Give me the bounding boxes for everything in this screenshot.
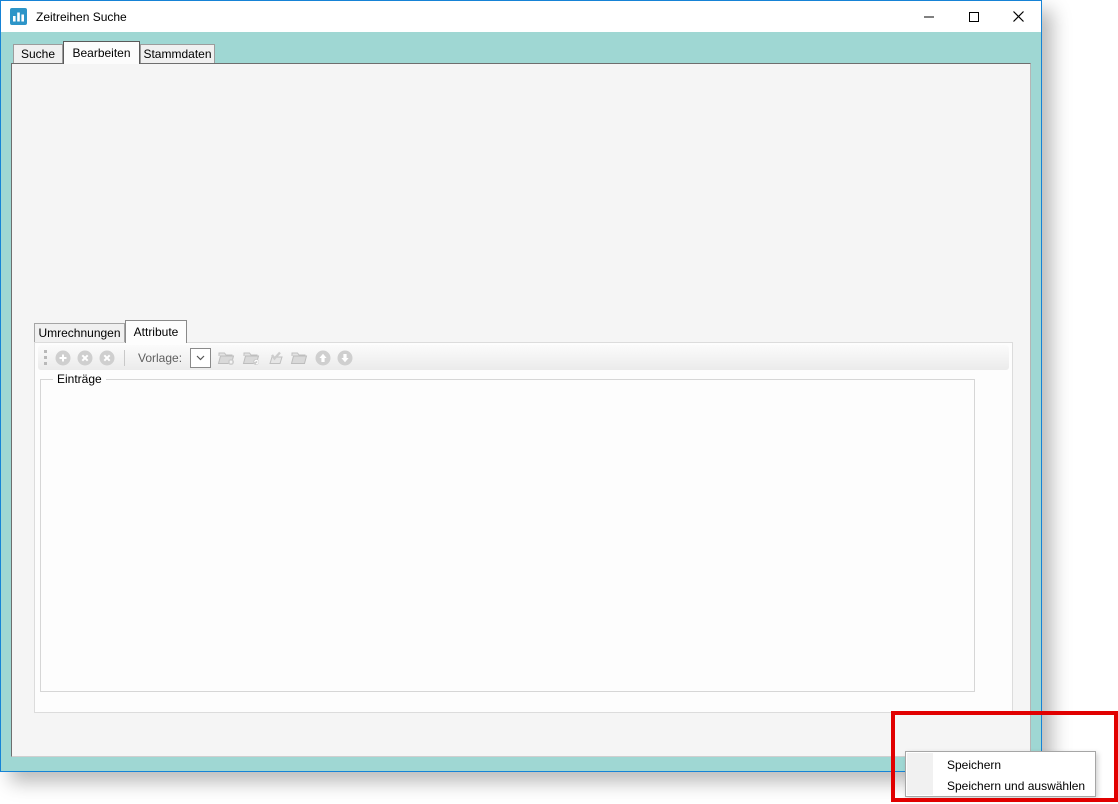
attribute-toolbar: Vorlage:: [38, 345, 1009, 370]
minimize-icon: [924, 12, 934, 22]
folder-arrow-icon: [217, 350, 236, 366]
tab-suche[interactable]: Suche: [13, 44, 63, 63]
remove-all-entries-button[interactable]: [99, 350, 115, 366]
toolbar-grip[interactable]: [44, 350, 47, 365]
close-button[interactable]: [996, 1, 1041, 32]
page-check-icon: [267, 350, 284, 366]
menu-item-speichern-und-auswaehlen[interactable]: Speichern und auswählen: [934, 775, 1093, 796]
move-up-button[interactable]: [315, 350, 331, 366]
app-icon: [10, 8, 27, 25]
vorlage-label: Vorlage:: [138, 351, 182, 365]
template-reload-button[interactable]: [242, 350, 261, 366]
template-save-button[interactable]: [290, 350, 309, 366]
tab-attribute[interactable]: Attribute: [125, 320, 187, 343]
vorlage-combobox[interactable]: [190, 348, 211, 368]
eintraege-groupbox: Einträge: [40, 379, 975, 692]
chevron-down-icon: [196, 355, 205, 361]
plus-circle-icon: [55, 350, 71, 366]
tab-umrechnungen[interactable]: Umrechnungen: [34, 323, 125, 342]
minimize-button[interactable]: [906, 1, 951, 32]
arrow-down-circle-icon: [337, 350, 353, 366]
template-apply-button[interactable]: [267, 350, 284, 366]
tab-stammdaten[interactable]: Stammdaten: [140, 44, 215, 63]
menu-item-speichern[interactable]: Speichern: [934, 754, 1093, 775]
tab-bearbeiten[interactable]: Bearbeiten: [63, 41, 140, 64]
menu-icon-gutter: [907, 753, 933, 795]
x-circle-icon: [77, 350, 93, 366]
remove-entry-button[interactable]: [77, 350, 93, 366]
window-title: Zeitreihen Suche: [36, 10, 127, 24]
template-load-button[interactable]: [217, 350, 236, 366]
eigenschaften-panel: Vorlage: Einträge: [34, 342, 1013, 713]
folder-arrow-icon: [242, 350, 261, 366]
add-entry-button[interactable]: [55, 350, 71, 366]
save-dropdown-menu: Speichern Speichern und auswählen: [905, 751, 1096, 797]
close-icon: [1013, 11, 1024, 22]
maximize-icon: [969, 12, 979, 22]
move-down-button[interactable]: [337, 350, 353, 366]
titlebar: Zeitreihen Suche: [1, 1, 1041, 32]
app-window: Zeitreihen Suche Suche Bearbeiten Stammd…: [0, 0, 1042, 772]
window-controls: [906, 1, 1041, 32]
x-circle-icon: [99, 350, 115, 366]
toolbar-separator: [124, 350, 125, 366]
maximize-button[interactable]: [951, 1, 996, 32]
folder-icon: [290, 350, 309, 366]
arrow-up-circle-icon: [315, 350, 331, 366]
eintraege-label: Einträge: [53, 372, 106, 386]
